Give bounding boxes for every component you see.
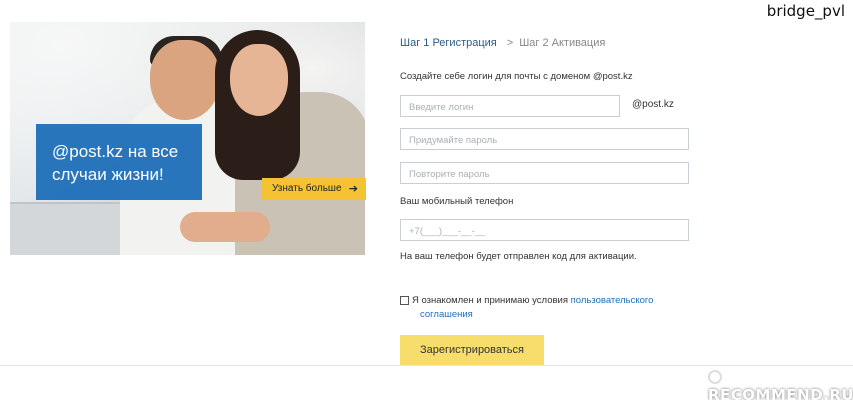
password-repeat-input[interactable]: Повторите пароль — [400, 162, 689, 184]
learn-more-button[interactable]: Узнать больше ➔ — [262, 178, 366, 200]
login-intro-text: Создайте себе логин для почты с доменом … — [400, 71, 633, 82]
promo-headline-box: @post.kz на все случаи жизни! — [36, 124, 202, 200]
agree-checkbox[interactable] — [400, 296, 409, 305]
watermark-logo-icon — [708, 370, 722, 384]
step-separator: > — [506, 37, 514, 49]
step-2-activation: Шаг 2 Активация — [519, 37, 606, 49]
hands-shape — [180, 212, 270, 242]
step-1-registration: Шаг 1 Регистрация — [400, 37, 497, 49]
phone-hint-text: На ваш телефон будет отправлен код для а… — [400, 251, 637, 262]
username-label: bridge_pvl — [766, 2, 845, 20]
divider — [0, 365, 853, 366]
user-agreement-link-line2[interactable]: соглашения — [420, 309, 473, 320]
password-input[interactable]: Придумайте пароль — [400, 128, 689, 150]
phone-input[interactable]: +7(___)___-__-__ — [400, 219, 689, 241]
register-button[interactable]: Зарегистрироваться — [400, 335, 544, 365]
watermark: RECOMMEND.RU — [708, 368, 853, 400]
phone-label: Ваш мобильный телефон — [400, 196, 514, 207]
agree-text-label: Я ознакомлен и принимаю условия — [412, 295, 571, 306]
watermark-text: RECOMMEND.RU — [708, 386, 853, 400]
arrow-right-icon: ➔ — [348, 183, 358, 195]
user-agreement-link[interactable]: пользовательского — [571, 295, 654, 306]
registration-steps: Шаг 1 Регистрация > Шаг 2 Активация — [400, 37, 605, 49]
promo-headline-line2: случаи жизни! — [52, 165, 164, 184]
woman-head — [230, 44, 288, 116]
agree-text: Я ознакомлен и принимаю условия пользова… — [412, 293, 712, 309]
promo-headline-line1: @post.kz на все — [52, 142, 179, 161]
login-input[interactable]: Введите логин — [400, 95, 620, 117]
learn-more-label: Узнать больше — [272, 183, 342, 194]
man-head — [150, 40, 220, 120]
domain-label: @post.kz — [632, 99, 674, 110]
